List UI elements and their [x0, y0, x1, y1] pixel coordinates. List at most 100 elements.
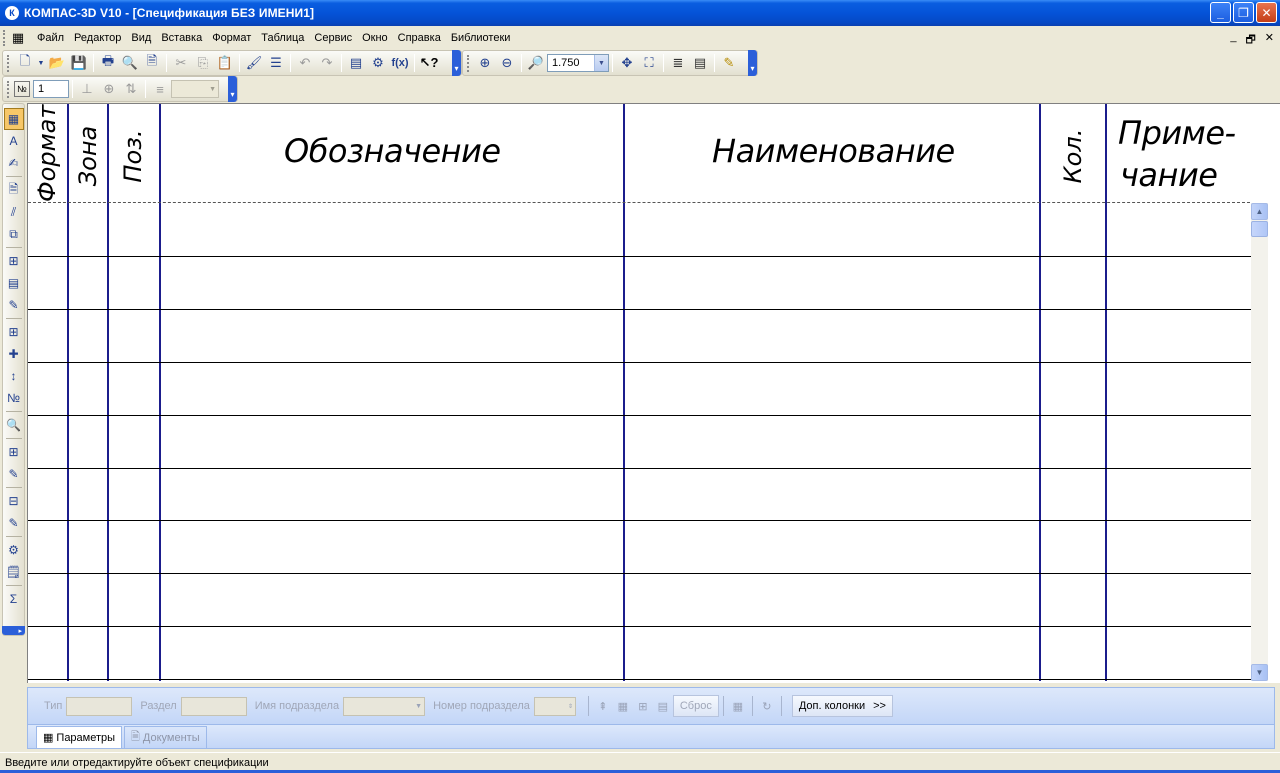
section-field[interactable]	[180, 696, 247, 716]
menu-help[interactable]: Справка	[393, 32, 446, 44]
table-settings-icon[interactable]: ⊞	[4, 441, 24, 463]
edit-object-icon[interactable]: ✎	[4, 294, 24, 316]
reset-button[interactable]: Сброс	[672, 695, 719, 717]
zoom-in-icon[interactable]: ⊕	[474, 53, 496, 73]
show-all-icon[interactable]: ⛶	[638, 53, 660, 73]
merge-icon[interactable]: ⊟	[4, 490, 24, 512]
extra-columns-button[interactable]: Доп. колонки >>	[791, 695, 893, 717]
document-icon[interactable]: ▦	[10, 30, 26, 46]
library-manager-icon[interactable]: ⚙	[367, 53, 389, 73]
add-base-object-icon[interactable]: ▤	[4, 272, 24, 294]
scroll-down-icon[interactable]: ▼	[1251, 664, 1268, 681]
numbering-icon[interactable]: №	[14, 81, 30, 97]
spinner-icon[interactable]: ⇕	[568, 703, 573, 710]
toolbar-grip[interactable]	[467, 54, 470, 72]
toolbar-options-icon[interactable]: ▾	[748, 50, 757, 76]
report-icon[interactable]: 🗒	[4, 561, 24, 583]
variables-fx-icon[interactable]: f(x)	[389, 53, 411, 73]
toolbar-options-icon[interactable]: ▾	[452, 50, 461, 76]
number-field[interactable]: 1	[33, 80, 69, 98]
renumber-icon[interactable]: №	[4, 387, 24, 409]
tab-parameters[interactable]: ▦ Параметры	[36, 726, 123, 748]
table-split-icon[interactable]: ⊞	[633, 696, 653, 716]
scroll-thumb[interactable]	[1251, 221, 1268, 237]
save-icon[interactable]: 💾	[68, 53, 90, 73]
edit-table-icon[interactable]: ✎	[4, 463, 24, 485]
insert-line-icon[interactable]: ⊥	[76, 79, 98, 99]
toolbar-grip[interactable]	[7, 54, 10, 72]
insert-before-icon[interactable]: ⇞	[593, 696, 613, 716]
cut-icon[interactable]: ✂	[170, 53, 192, 73]
pan-icon[interactable]: ✥	[616, 53, 638, 73]
renumber-01-icon[interactable]: ▤	[653, 696, 673, 716]
toolbar-options-icon[interactable]: ▸	[2, 626, 25, 635]
menu-format[interactable]: Формат	[207, 32, 256, 44]
zoom-out-icon[interactable]: ⊖	[496, 53, 518, 73]
copy-objects-icon[interactable]: ⧉	[4, 223, 24, 245]
close-button[interactable]: ✕	[1256, 2, 1277, 23]
3d-link-icon[interactable]: ⫽	[4, 201, 24, 223]
subsection-name-combo[interactable]: ▼	[343, 696, 426, 716]
open-folder-icon[interactable]: 📂	[46, 53, 68, 73]
edit-object-icon[interactable]: ✎	[718, 53, 740, 73]
zoom-dropdown-icon[interactable]: ▼	[594, 55, 608, 71]
text-icon[interactable]: A	[4, 130, 24, 152]
mdi-close-button[interactable]: ✕	[1265, 31, 1274, 50]
zoom-level-value[interactable]: 1.750	[548, 57, 594, 69]
edit-text-icon[interactable]: ✍	[4, 152, 24, 174]
normal-mode-icon[interactable]: ≣	[667, 53, 689, 73]
toolbar-options-icon[interactable]: ▾	[228, 76, 237, 102]
sum-icon[interactable]: Σ	[4, 588, 24, 610]
abc-sort-icon[interactable]: ↻	[757, 696, 777, 716]
insert-row-icon[interactable]: ⊞	[4, 321, 24, 343]
maximize-button[interactable]: ❐	[1233, 2, 1254, 23]
print-preview-icon[interactable]: 🔍	[119, 53, 141, 73]
menu-libraries[interactable]: Библиотеки	[446, 32, 516, 44]
specification-sheet[interactable]: Формат Зона Поз. Обозначение Наименовани…	[27, 103, 1280, 683]
scroll-up-icon[interactable]: ▲	[1251, 203, 1268, 220]
properties-list-icon[interactable]: ☰	[265, 53, 287, 73]
subsection-dropdown-icon[interactable]: ▼	[415, 703, 422, 710]
edit-spec-icon[interactable]: ✎	[4, 512, 24, 534]
new-dropdown-icon[interactable]: ▼	[36, 53, 46, 73]
spec-document-icon[interactable]: 🗎	[4, 179, 24, 201]
menu-table[interactable]: Таблица	[256, 32, 309, 44]
block-icon[interactable]: ▦	[728, 696, 748, 716]
add-row-icon[interactable]: ✚	[4, 343, 24, 365]
menu-service[interactable]: Сервис	[309, 32, 357, 44]
document-find-icon[interactable]: 🔍	[4, 414, 24, 436]
format-painter-icon[interactable]: 🖌	[243, 53, 265, 73]
settings-icon[interactable]: ⚙	[4, 539, 24, 561]
zoom-level-combo[interactable]: 1.750 ▼	[547, 54, 609, 72]
mdi-restore-button[interactable]: 🗗	[1245, 31, 1255, 50]
minimize-button[interactable]: _	[1210, 2, 1231, 23]
spec-object-icon[interactable]: ▦	[3, 108, 24, 130]
page-mode-icon[interactable]: ▤	[689, 53, 711, 73]
menu-editor[interactable]: Редактор	[69, 32, 126, 44]
subsection-number-spinner[interactable]: ⇕	[533, 696, 576, 716]
document-properties-icon[interactable]: 🗎	[141, 53, 163, 73]
context-help-icon[interactable]: ↖?	[418, 53, 440, 73]
menu-file[interactable]: Файл	[32, 32, 69, 44]
menu-grip[interactable]	[3, 30, 7, 46]
menu-view[interactable]: Вид	[126, 32, 156, 44]
new-document-icon[interactable]: 🗋	[14, 53, 36, 73]
type-field[interactable]	[66, 696, 133, 716]
paste-icon[interactable]: 📋	[214, 53, 236, 73]
copy-icon[interactable]: ⎘	[192, 53, 214, 73]
mdi-minimize-button[interactable]: _	[1230, 31, 1236, 50]
insert-symbol-icon[interactable]: ⊕	[98, 79, 120, 99]
style-dropdown-icon[interactable]: ▼	[209, 86, 216, 93]
add-section-icon[interactable]: ⊞	[4, 250, 24, 272]
menu-insert[interactable]: Вставка	[156, 32, 207, 44]
tab-documents[interactable]: 🗎 Документы	[124, 726, 207, 748]
vertical-scrollbar[interactable]: ▲ ▼	[1251, 203, 1268, 681]
menu-window[interactable]: Окно	[357, 32, 393, 44]
table-grid-icon[interactable]: ▦	[613, 696, 633, 716]
style-combo[interactable]: ▼	[171, 80, 219, 98]
toolbar-grip[interactable]	[7, 80, 10, 98]
sort-abc-icon[interactable]: ↕	[4, 365, 24, 387]
redo-icon[interactable]: ↷	[316, 53, 338, 73]
zoom-window-icon[interactable]: 🔎	[525, 53, 547, 73]
line-spacing-icon[interactable]: ≡	[149, 79, 171, 99]
